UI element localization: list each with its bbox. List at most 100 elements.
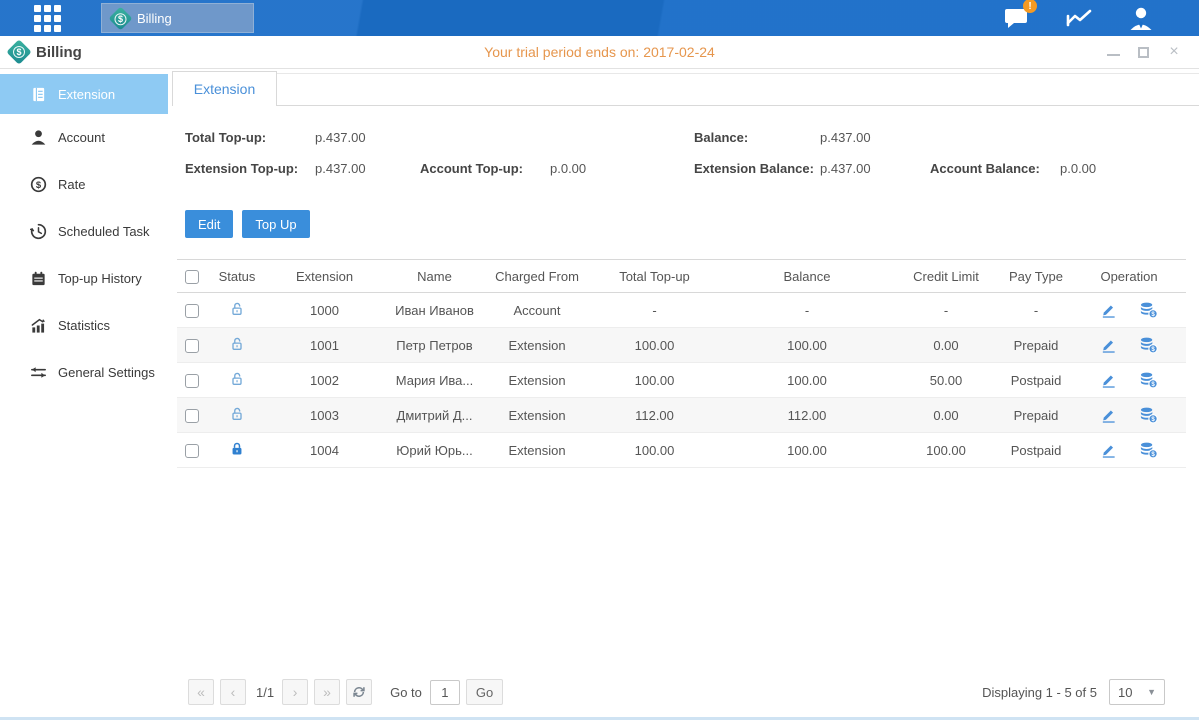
- topup-breakdown-row: Extension Top-up:p.437.00Account Top-up:…: [185, 153, 694, 184]
- topup-icon[interactable]: $: [1139, 406, 1158, 424]
- taskbar-billing-tab[interactable]: $ Billing: [101, 3, 254, 33]
- cell-pay-type: Prepaid: [1000, 328, 1072, 363]
- page-size-select[interactable]: 10 ▼: [1109, 679, 1165, 705]
- first-page-button[interactable]: «: [188, 679, 214, 705]
- cell-credit-limit: 0.00: [892, 328, 1000, 363]
- cell-pay-type: Prepaid: [1000, 398, 1072, 433]
- cell-balance: 112.00: [722, 398, 892, 433]
- cell-charged-from: Extension: [487, 363, 587, 398]
- row-checkbox[interactable]: [185, 339, 199, 353]
- col-charged-from: Charged From: [487, 260, 587, 293]
- table-row: 1003 Дмитрий Д... Extension 112.00 112.0…: [177, 398, 1186, 433]
- dollar-circle-icon: $: [30, 176, 47, 193]
- billing-diamond-dollar-icon: $: [108, 6, 132, 30]
- sidebar-item-label: General Settings: [58, 365, 155, 380]
- cell-pay-type: Postpaid: [1000, 363, 1072, 398]
- svg-text:$: $: [1151, 451, 1155, 458]
- main-content: Extension Total Top-up:p.437.00 Extensio…: [168, 69, 1199, 717]
- journal-icon: [30, 86, 47, 103]
- cell-credit-limit: 50.00: [892, 363, 1000, 398]
- cell-name: Мария Ива...: [382, 363, 487, 398]
- cell-total-topup: 100.00: [587, 433, 722, 468]
- taskbar-tab-label: Billing: [137, 11, 172, 26]
- sidebar-item-extension[interactable]: Extension: [0, 74, 168, 114]
- row-checkbox[interactable]: [185, 374, 199, 388]
- cell-name: Иван Иванов: [382, 293, 487, 328]
- edit-icon[interactable]: [1100, 302, 1117, 319]
- cell-extension: 1004: [267, 433, 382, 468]
- window-title-group: $ Billing: [10, 43, 82, 61]
- topup-icon[interactable]: $: [1139, 301, 1158, 319]
- notifications-button[interactable]: !: [999, 3, 1035, 33]
- balance-label: Balance:: [694, 122, 820, 153]
- top-navbar: $ Billing !: [0, 0, 1199, 36]
- sidebar-item-general-settings[interactable]: General Settings: [0, 349, 168, 396]
- balance-summary: Total Top-up:p.437.00 Extension Top-up:p…: [168, 106, 1199, 184]
- col-status: Status: [207, 260, 267, 293]
- cell-balance: 100.00: [722, 363, 892, 398]
- status-unlocked-icon[interactable]: [229, 301, 245, 317]
- topup-button[interactable]: Top Up: [242, 210, 309, 238]
- minimize-icon[interactable]: [1107, 48, 1120, 56]
- billing-app-window: $ Billing !: [0, 0, 1199, 720]
- topbar-actions: !: [999, 3, 1159, 33]
- status-unlocked-icon[interactable]: [229, 336, 245, 352]
- goto-label: Go to: [390, 685, 422, 700]
- topup-icon[interactable]: $: [1139, 441, 1158, 459]
- sidebar-item-rate[interactable]: $ Rate: [0, 161, 168, 208]
- status-unlocked-icon[interactable]: [229, 406, 245, 422]
- cell-extension: 1001: [267, 328, 382, 363]
- cell-charged-from: Account: [487, 293, 587, 328]
- edit-icon[interactable]: [1100, 337, 1117, 354]
- goto-page-input[interactable]: [430, 680, 460, 705]
- table-header-row: Status Extension Name Charged From Total…: [177, 260, 1186, 293]
- tabstrip: Extension: [168, 71, 1199, 106]
- edit-button[interactable]: Edit: [185, 210, 233, 238]
- select-all-checkbox[interactable]: [185, 270, 199, 284]
- maximize-icon[interactable]: [1138, 47, 1149, 58]
- prev-page-button[interactable]: ‹: [220, 679, 246, 705]
- account-balance-label: Account Balance:: [930, 153, 1060, 184]
- row-checkbox[interactable]: [185, 304, 199, 318]
- close-icon[interactable]: ×: [1167, 45, 1181, 59]
- topup-icon[interactable]: $: [1139, 336, 1158, 354]
- status-unlocked-icon[interactable]: [229, 371, 245, 387]
- svg-text:$: $: [1151, 311, 1155, 318]
- sidebar-item-statistics[interactable]: Statistics: [0, 302, 168, 349]
- edit-icon[interactable]: [1100, 372, 1117, 389]
- topup-icon[interactable]: $: [1139, 371, 1158, 389]
- next-page-button[interactable]: ›: [282, 679, 308, 705]
- row-checkbox[interactable]: [185, 444, 199, 458]
- cell-charged-from: Extension: [487, 398, 587, 433]
- extension-table: Status Extension Name Charged From Total…: [177, 259, 1186, 468]
- cell-extension: 1002: [267, 363, 382, 398]
- sidebar-item-scheduled-task[interactable]: Scheduled Task: [0, 208, 168, 255]
- col-total-topup: Total Top-up: [587, 260, 722, 293]
- row-checkbox[interactable]: [185, 409, 199, 423]
- displaying-text: Displaying 1 - 5 of 5: [982, 685, 1097, 700]
- line-chart-icon: [1065, 6, 1093, 30]
- last-page-button[interactable]: »: [314, 679, 340, 705]
- account-menu-button[interactable]: [1123, 3, 1159, 33]
- edit-icon[interactable]: [1100, 442, 1117, 459]
- account-balance-value: p.0.00: [1060, 153, 1096, 184]
- extension-balance-value: p.437.00: [820, 153, 930, 184]
- window-controls: ×: [1107, 45, 1181, 59]
- sidebar-item-account[interactable]: Account: [0, 114, 168, 161]
- user-icon: [1127, 5, 1155, 31]
- status-locked-icon[interactable]: [229, 441, 245, 457]
- action-buttons: Edit Top Up: [168, 184, 1199, 238]
- reports-button[interactable]: [1061, 3, 1097, 33]
- extension-balance-label: Extension Balance:: [694, 153, 820, 184]
- go-button[interactable]: Go: [466, 679, 503, 705]
- extension-topup-label: Extension Top-up:: [185, 153, 315, 184]
- app-grid-icon[interactable]: [34, 5, 61, 32]
- col-extension: Extension: [267, 260, 382, 293]
- notification-badge: !: [1023, 0, 1037, 13]
- edit-icon[interactable]: [1100, 407, 1117, 424]
- sidebar: Extension Account $ Rate: [0, 69, 168, 717]
- cell-total-topup: 112.00: [587, 398, 722, 433]
- refresh-button[interactable]: [346, 679, 372, 705]
- sidebar-item-topup-history[interactable]: Top-up History: [0, 255, 168, 302]
- tab-extension[interactable]: Extension: [172, 71, 277, 106]
